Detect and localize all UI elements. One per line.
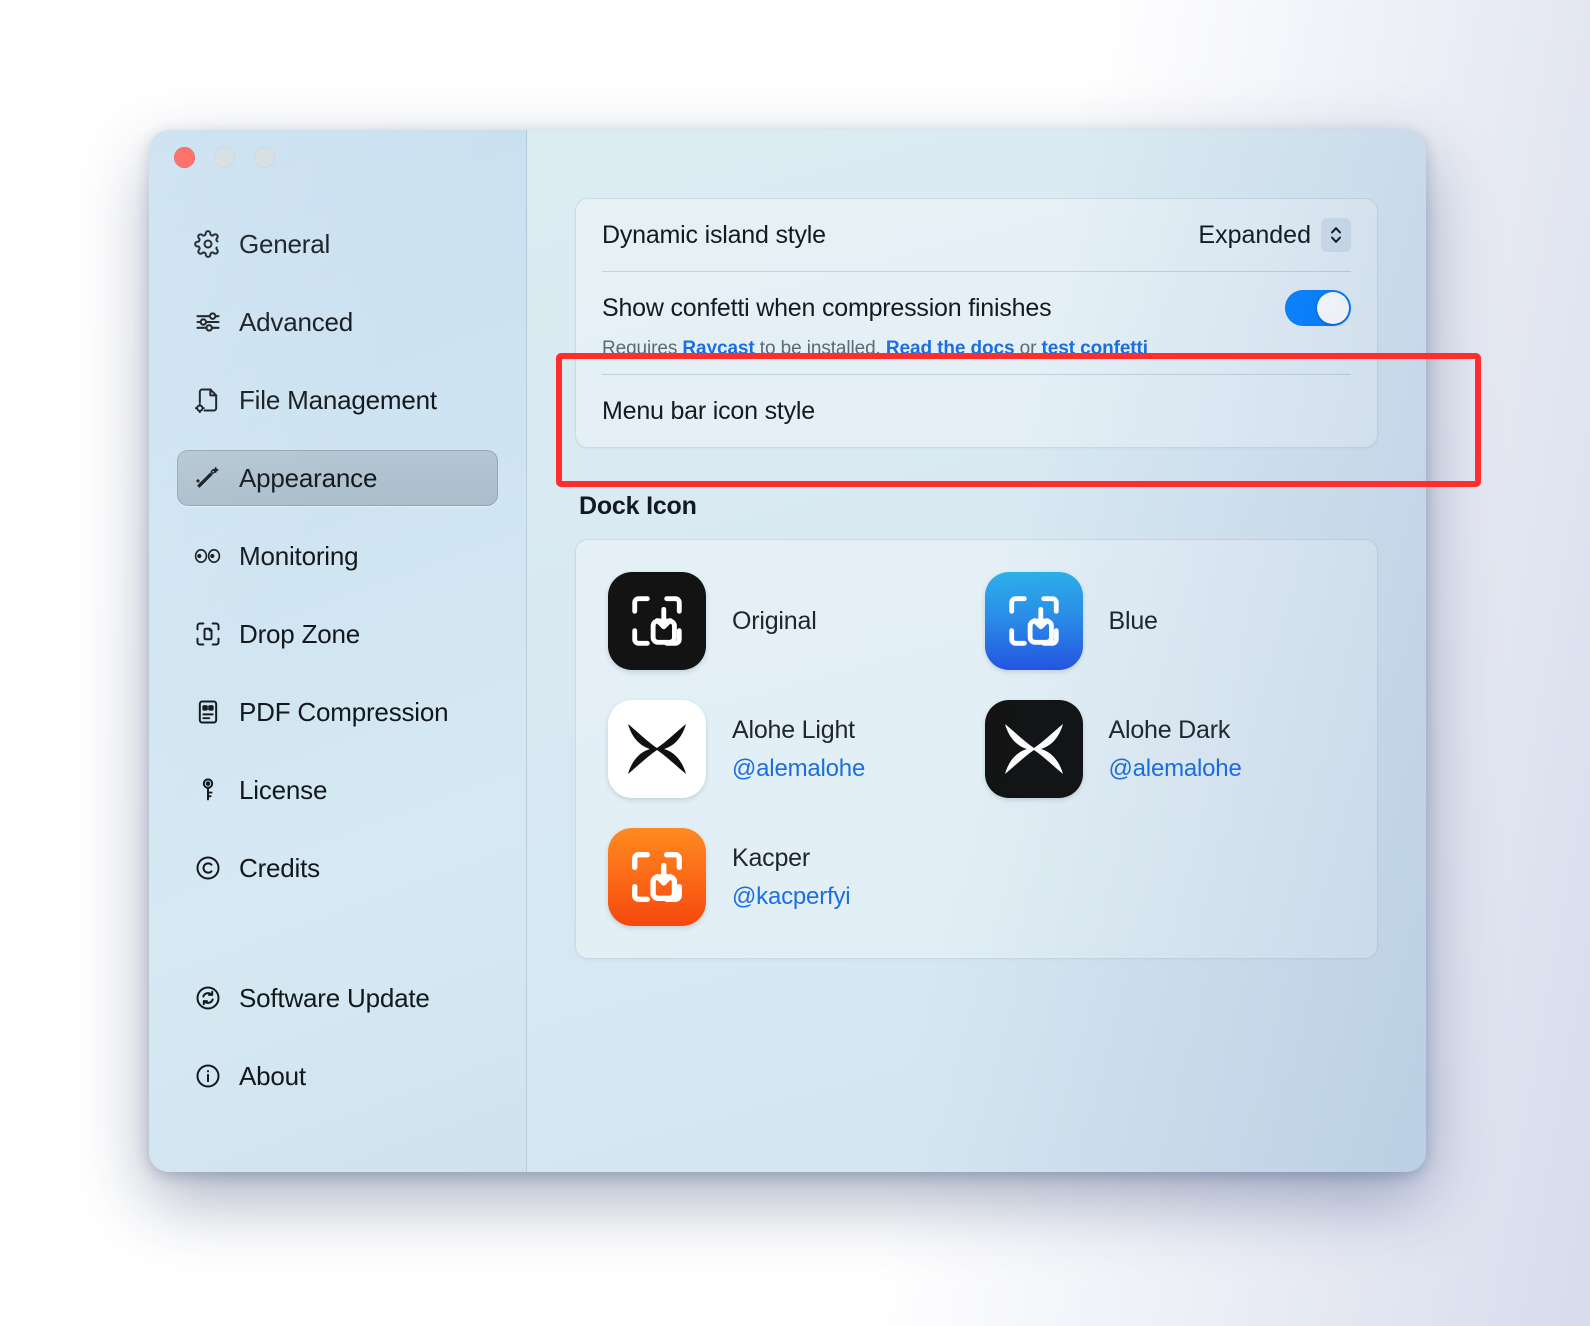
sidebar: General Advanced File Management Appeara… xyxy=(149,130,527,1172)
dock-icon-card: Original Blue Alohe Light @alemalohe Alo… xyxy=(575,539,1378,959)
sidebar-item-about[interactable]: About xyxy=(177,1048,498,1104)
test-confetti-link[interactable]: test confetti xyxy=(1042,338,1148,359)
dynamic-island-row: Dynamic island style Expanded xyxy=(576,199,1377,271)
dock-icon-name: Alohe Light xyxy=(732,715,855,744)
sidebar-item-file-management[interactable]: File Management xyxy=(177,372,498,428)
sidebar-item-label: General xyxy=(239,228,331,259)
dock-icon-author-handle[interactable]: @alemalohe xyxy=(1109,755,1242,783)
menu-bar-icon-row: Menu bar icon style xyxy=(576,375,1377,447)
sidebar-item-appearance[interactable]: Appearance xyxy=(177,450,498,506)
dynamic-island-value: Expanded xyxy=(1198,220,1311,249)
file-gear-icon xyxy=(193,385,223,415)
alohe-x-icon xyxy=(608,700,706,798)
menu-bar-icon-label: Menu bar icon style xyxy=(602,396,815,425)
dock-icon-option-alohe-light[interactable]: Alohe Light @alemalohe xyxy=(600,694,977,804)
sidebar-item-label: About xyxy=(239,1060,306,1091)
sidebar-item-label: Monitoring xyxy=(239,540,359,571)
sidebar-item-credits[interactable]: Credits xyxy=(177,840,498,896)
dock-icon-name: Alohe Dark xyxy=(1108,715,1231,744)
sidebar-item-label: Appearance xyxy=(239,462,378,493)
download-frame-icon xyxy=(608,828,706,926)
drop-zone-icon xyxy=(193,619,223,649)
dock-icon-name: Original xyxy=(732,606,817,635)
minimize-button[interactable] xyxy=(214,147,235,168)
sidebar-item-software-update[interactable]: Software Update xyxy=(177,970,498,1026)
sidebar-item-monitoring[interactable]: Monitoring xyxy=(177,528,498,584)
copyright-icon xyxy=(193,853,223,883)
dock-icon-author-handle[interactable]: @kacperfyi xyxy=(732,883,851,911)
dock-icon-option-original[interactable]: Original xyxy=(600,566,977,676)
sidebar-item-label: License xyxy=(239,774,328,805)
dock-icon-meta: Kacper @kacperfyi xyxy=(732,843,851,911)
dock-icon-meta: Original xyxy=(732,607,817,636)
sidebar-item-advanced[interactable]: Advanced xyxy=(177,294,498,350)
sidebar-item-label: Software Update xyxy=(239,982,430,1013)
refresh-circle-icon xyxy=(193,983,223,1013)
sidebar-item-label: File Management xyxy=(239,384,437,415)
hint-or: or xyxy=(1014,338,1042,359)
sidebar-item-license[interactable]: License xyxy=(177,762,498,818)
key-icon xyxy=(193,775,223,805)
zoom-button[interactable] xyxy=(254,147,275,168)
sidebar-item-label: PDF Compression xyxy=(239,696,449,727)
dynamic-island-style-select[interactable]: Expanded xyxy=(1198,218,1351,252)
gear-icon xyxy=(193,229,223,259)
sidebar-nav: General Advanced File Management Appeara… xyxy=(149,216,526,1104)
dock-icon-option-kacper[interactable]: Kacper @kacperfyi xyxy=(600,822,977,932)
close-button[interactable] xyxy=(174,147,195,168)
dock-icon-option-alohe-dark[interactable]: Alohe Dark @alemalohe xyxy=(977,694,1354,804)
hint-prefix: Requires xyxy=(602,338,683,359)
dynamic-island-label: Dynamic island style xyxy=(602,220,826,249)
sidebar-item-label: Drop Zone xyxy=(239,618,361,649)
window-traffic-lights xyxy=(174,147,275,168)
appearance-settings-card: Dynamic island style Expanded Show confe… xyxy=(575,198,1378,448)
confetti-row: Show confetti when compression finishes xyxy=(576,272,1377,344)
desktop-wallpaper: General Advanced File Management Appeara… xyxy=(0,0,1590,1326)
download-frame-icon xyxy=(984,572,1083,670)
eyes-icon xyxy=(193,541,223,571)
confetti-label: Show confetti when compression finishes xyxy=(602,293,1052,322)
dock-icon-option-blue[interactable]: Blue xyxy=(977,566,1354,676)
alohe-x-icon xyxy=(984,700,1083,798)
magic-wand-icon xyxy=(193,463,223,493)
dock-icon-name: Kacper xyxy=(732,843,811,872)
sidebar-item-label: Credits xyxy=(239,852,320,883)
download-frame-icon xyxy=(608,572,706,670)
chevron-updown-icon xyxy=(1321,218,1351,252)
dock-icon-meta: Alohe Dark @alemalohe xyxy=(1109,716,1242,783)
toggle-knob xyxy=(1317,292,1349,324)
content-area: Dynamic island style Expanded Show confe… xyxy=(527,130,1426,1172)
dock-icon-meta: Blue xyxy=(1109,607,1158,636)
sidebar-item-label: Advanced xyxy=(239,306,354,337)
dock-icon-section-title: Dock Icon xyxy=(579,492,697,520)
sidebar-item-drop-zone[interactable]: Drop Zone xyxy=(177,606,498,662)
sliders-icon xyxy=(193,307,223,337)
confetti-toggle[interactable] xyxy=(1285,290,1351,326)
sidebar-item-general[interactable]: General xyxy=(177,216,498,272)
settings-window: General Advanced File Management Appeara… xyxy=(149,130,1426,1172)
sidebar-item-pdf-compression[interactable]: PDF Compression xyxy=(177,684,498,740)
dock-icon-meta: Alohe Light @alemalohe xyxy=(732,716,865,783)
raycast-link[interactable]: Raycast xyxy=(682,338,754,359)
dock-icon-grid: Original Blue Alohe Light @alemalohe Alo… xyxy=(600,566,1353,932)
read-the-docs-link[interactable]: Read the docs xyxy=(886,338,1015,359)
dock-icon-author-handle[interactable]: @alemalohe xyxy=(732,755,865,783)
dock-icon-name: Blue xyxy=(1108,606,1158,635)
document-icon xyxy=(193,697,223,727)
info-circle-icon xyxy=(193,1061,223,1091)
hint-middle: to be installed. xyxy=(754,338,886,359)
confetti-hint: Requires Raycast to be installed. Read t… xyxy=(576,338,1377,374)
